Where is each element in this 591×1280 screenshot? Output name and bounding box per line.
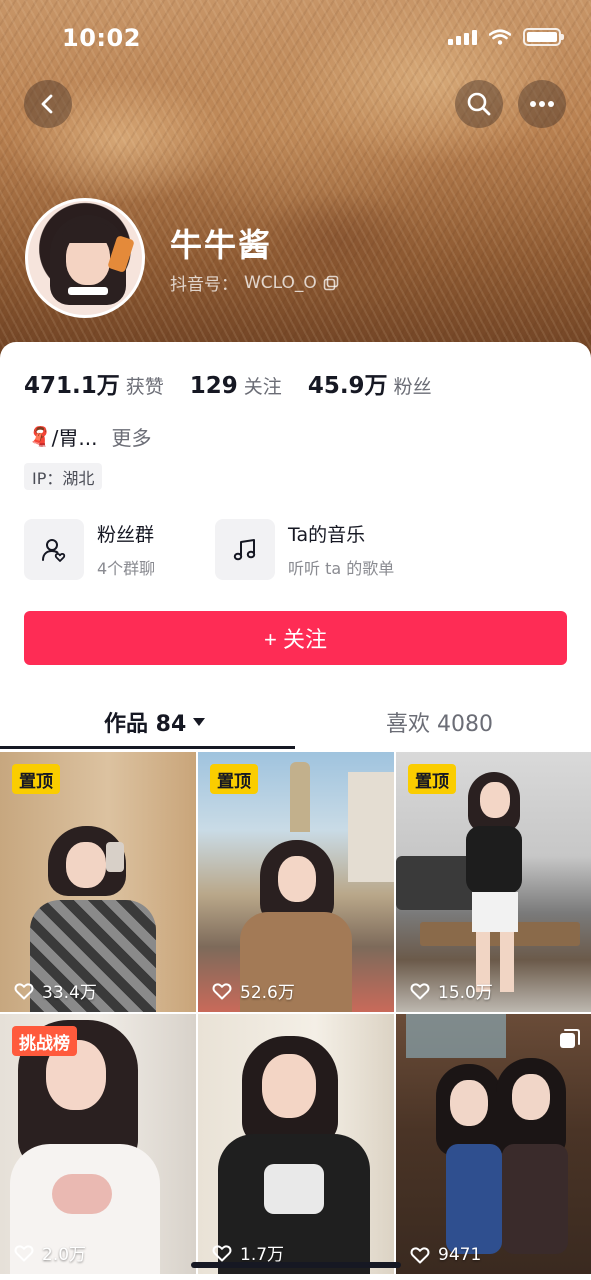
like-count: 52.6万 bbox=[240, 983, 295, 1003]
stat-followers[interactable]: 45.9万 粉丝 bbox=[308, 366, 432, 400]
active-tab-indicator bbox=[0, 746, 295, 749]
heart-outline-icon bbox=[14, 982, 34, 999]
more-button[interactable] bbox=[518, 80, 566, 128]
stat-value: 471.1万 bbox=[24, 373, 120, 399]
profile-stats: 471.1万 获赞 129 关注 45.9万 粉丝 bbox=[24, 366, 458, 400]
video-tile[interactable]: 置顶 15.0万 bbox=[396, 752, 591, 1012]
douyin-id-label: 抖音号： bbox=[170, 275, 238, 295]
stat-following[interactable]: 129 关注 bbox=[190, 372, 282, 399]
stat-label: 关注 bbox=[243, 376, 282, 398]
stat-value: 129 bbox=[189, 373, 238, 399]
video-tile[interactable]: 置顶 52.6万 bbox=[198, 752, 394, 1012]
music-entry[interactable]: Ta的音乐 听听 ta 的歌单 bbox=[215, 519, 394, 580]
video-likes: 15.0万 bbox=[410, 978, 493, 1003]
heart-outline-icon bbox=[410, 1247, 430, 1264]
search-button[interactable] bbox=[455, 80, 503, 128]
tab-label: 作品 84 bbox=[104, 712, 187, 737]
chevron-left-icon bbox=[41, 94, 53, 114]
profile-card: 471.1万 获赞 129 关注 45.9万 粉丝 🧣 /胃... 更多 IP：… bbox=[0, 342, 591, 1280]
bio-text: /胃... bbox=[51, 426, 98, 450]
like-count: 9471 bbox=[438, 1245, 482, 1265]
bio-emoji: 🧣 bbox=[28, 426, 52, 448]
tab-label: 喜欢 4080 bbox=[386, 712, 493, 737]
bio-more-link[interactable]: 更多 bbox=[111, 422, 151, 451]
douyin-id[interactable]: 抖音号： WCLO_O bbox=[170, 270, 339, 295]
pinned-badge: 置顶 bbox=[12, 764, 60, 794]
heart-outline-icon bbox=[410, 982, 430, 999]
profile-name: 牛牛酱 bbox=[170, 226, 273, 264]
feature-title: Ta的音乐 bbox=[288, 524, 366, 546]
multi-image-icon bbox=[560, 1029, 580, 1048]
ip-location-tag: IP：湖北 bbox=[24, 463, 103, 490]
status-time: 10:02 bbox=[62, 24, 141, 52]
video-likes: 52.6万 bbox=[212, 978, 295, 1003]
heart-outline-icon bbox=[14, 1244, 34, 1261]
home-indicator[interactable] bbox=[191, 1262, 401, 1268]
video-likes: 2.0万 bbox=[14, 1240, 86, 1265]
more-dots-icon bbox=[530, 101, 554, 107]
video-likes: 33.4万 bbox=[14, 978, 97, 1003]
video-tile[interactable]: 置顶 33.4万 bbox=[0, 752, 196, 1012]
pinned-badge: 置顶 bbox=[210, 764, 258, 794]
like-count: 15.0万 bbox=[438, 983, 493, 1003]
music-note-icon bbox=[215, 519, 275, 580]
fan-group-entry[interactable]: 粉丝群 4个群聊 bbox=[24, 519, 155, 580]
content-tabs: 作品 84 喜欢 4080 bbox=[0, 694, 591, 750]
bio[interactable]: 🧣 /胃... 更多 bbox=[28, 422, 151, 451]
stat-likes[interactable]: 471.1万 获赞 bbox=[24, 366, 164, 400]
video-likes: 9471 bbox=[410, 1245, 481, 1265]
challenge-badge: 挑战榜 bbox=[12, 1026, 77, 1056]
douyin-id-value: WCLO_O bbox=[244, 272, 317, 293]
stat-label: 粉丝 bbox=[393, 376, 432, 398]
search-icon bbox=[467, 92, 491, 116]
stat-label: 获赞 bbox=[125, 376, 164, 398]
wifi-icon bbox=[489, 29, 511, 45]
battery-icon bbox=[523, 28, 564, 46]
tab-works[interactable]: 作品 84 bbox=[104, 706, 206, 738]
tab-likes[interactable]: 喜欢 4080 bbox=[386, 706, 493, 738]
fan-group-icon bbox=[24, 519, 84, 580]
like-count: 2.0万 bbox=[42, 1245, 87, 1265]
heart-outline-icon bbox=[212, 982, 232, 999]
avatar[interactable] bbox=[25, 198, 145, 318]
signal-icon bbox=[448, 29, 477, 45]
video-tile[interactable]: 1.7万 bbox=[198, 1014, 394, 1274]
copy-icon[interactable] bbox=[323, 275, 339, 291]
profile-cover: 10:02 牛牛酱 抖音号： WCLO_O bbox=[0, 0, 591, 372]
video-tile[interactable]: 9471 bbox=[396, 1014, 591, 1274]
pinned-badge: 置顶 bbox=[408, 764, 456, 794]
feature-subtitle: 4个群聊 bbox=[97, 559, 156, 578]
back-button[interactable] bbox=[24, 80, 72, 128]
video-tile[interactable]: 挑战榜 2.0万 bbox=[0, 1014, 196, 1274]
feature-title: 粉丝群 bbox=[97, 524, 155, 546]
heart-outline-icon bbox=[212, 1244, 232, 1261]
status-icons bbox=[448, 28, 564, 46]
follow-button[interactable]: + 关注 bbox=[24, 611, 567, 665]
caret-down-icon bbox=[193, 718, 206, 726]
stat-value: 45.9万 bbox=[307, 373, 388, 399]
like-count: 33.4万 bbox=[42, 983, 97, 1003]
feature-subtitle: 听听 ta 的歌单 bbox=[288, 559, 395, 578]
